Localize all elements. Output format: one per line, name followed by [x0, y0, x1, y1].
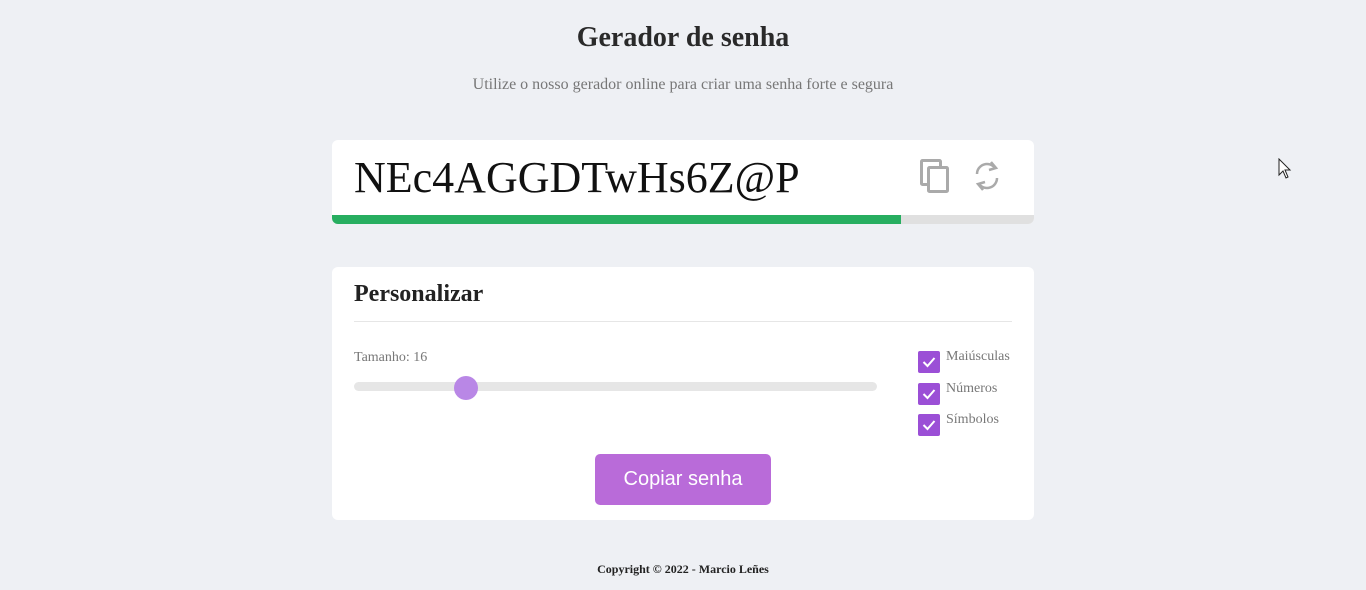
copy-icon[interactable]: [918, 158, 952, 194]
length-slider[interactable]: [354, 376, 877, 400]
password-card: NEc4AGGDTwHs6Z@P: [332, 140, 1034, 224]
length-slider-thumb[interactable]: [453, 376, 478, 400]
uppercase-checkbox[interactable]: [918, 351, 940, 373]
check-icon: [922, 357, 936, 368]
symbols-checkbox[interactable]: [918, 414, 940, 436]
divider: [354, 321, 1012, 322]
page-subtitle: Utilize o nosso gerador online para cria…: [472, 76, 894, 93]
symbols-label: Símbolos: [946, 412, 999, 427]
strength-bar: [332, 215, 1034, 224]
option-uppercase[interactable]: Maiúsculas: [918, 349, 1010, 373]
customize-title: Personalizar: [354, 281, 484, 307]
numbers-label: Números: [946, 381, 998, 396]
footer-copyright: Copyright © 2022 - Marcio Leñes: [597, 562, 769, 576]
check-icon: [922, 389, 936, 400]
length-label: Tamanho: 16: [354, 350, 428, 365]
numbers-checkbox[interactable]: [918, 383, 940, 405]
customize-card: Personalizar Tamanho: 16 Maiúsculas Núme…: [332, 267, 1034, 520]
option-symbols[interactable]: Símbolos: [918, 412, 999, 436]
option-numbers[interactable]: Números: [918, 381, 997, 405]
password-output[interactable]: NEc4AGGDTwHs6Z@P: [354, 152, 800, 203]
uppercase-label: Maiúsculas: [946, 349, 1010, 364]
mouse-cursor-icon: [1278, 158, 1292, 179]
refresh-icon[interactable]: [970, 158, 1004, 194]
check-icon: [922, 420, 936, 431]
page-title: Gerador de senha: [576, 22, 790, 53]
copy-password-button[interactable]: Copiar senha: [595, 454, 771, 505]
strength-bar-fill: [332, 215, 901, 224]
